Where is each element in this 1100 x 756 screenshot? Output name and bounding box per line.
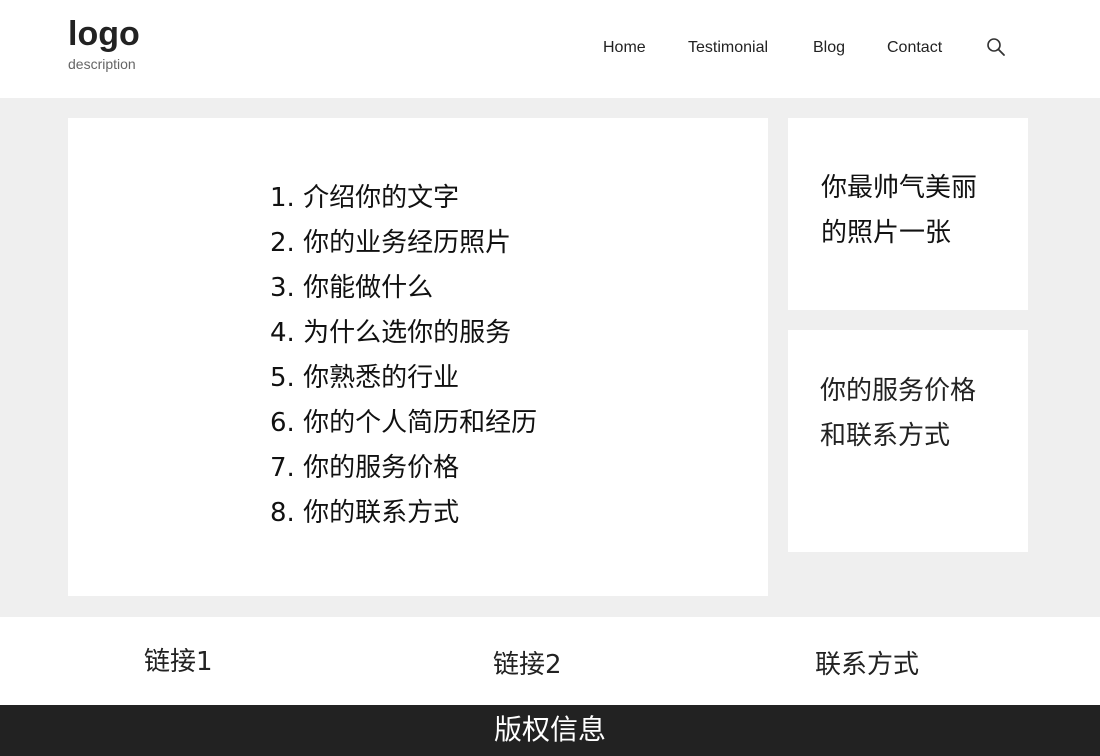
list-item: 1. 介绍你的文字	[270, 183, 460, 213]
list-item: 8. 你的联系方式	[270, 498, 460, 528]
price-contact-text: 你的服务价格和联系方式	[820, 376, 977, 451]
site-description: description	[68, 56, 136, 72]
list-item: 4. 为什么选你的服务	[270, 318, 512, 348]
footer-links-bar: 链接1 链接2 联系方式	[0, 617, 1100, 705]
copyright-bar: 版权信息	[0, 705, 1100, 756]
list-item: 7. 你的服务价格	[270, 453, 460, 483]
main-content-panel: 1. 介绍你的文字 2. 你的业务经历照片 3. 你能做什么 4. 为什么选你的…	[68, 118, 768, 596]
list-item: 5. 你熟悉的行业	[270, 363, 460, 393]
photo-placeholder-text: 你最帅气美丽的照片一张	[821, 173, 978, 248]
intro-list: 1. 介绍你的文字 2. 你的业务经历照片 3. 你能做什么 4. 为什么选你的…	[270, 176, 537, 536]
list-item: 2. 你的业务经历照片	[270, 228, 512, 258]
footer-link-contact[interactable]: 联系方式	[815, 649, 919, 681]
nav-testimonial[interactable]: Testimonial	[688, 38, 768, 58]
nav-contact[interactable]: Contact	[887, 38, 942, 58]
site-header: logo description Home Testimonial Blog C…	[0, 0, 1100, 98]
copyright-text: 版权信息	[493, 713, 606, 746]
list-item: 3. 你能做什么	[270, 273, 434, 303]
nav-home[interactable]: Home	[603, 38, 646, 58]
footer-link-1[interactable]: 链接1	[144, 646, 213, 678]
sidebar-price-panel: 你的服务价格和联系方式	[788, 330, 1028, 552]
search-icon[interactable]	[986, 37, 1006, 57]
site-logo[interactable]: logo	[68, 14, 140, 54]
nav-blog[interactable]: Blog	[813, 38, 845, 58]
list-item: 6. 你的个人简历和经历	[270, 408, 538, 438]
footer-link-2[interactable]: 链接2	[493, 649, 562, 681]
sidebar-photo-panel: 你最帅气美丽的照片一张	[788, 118, 1028, 310]
